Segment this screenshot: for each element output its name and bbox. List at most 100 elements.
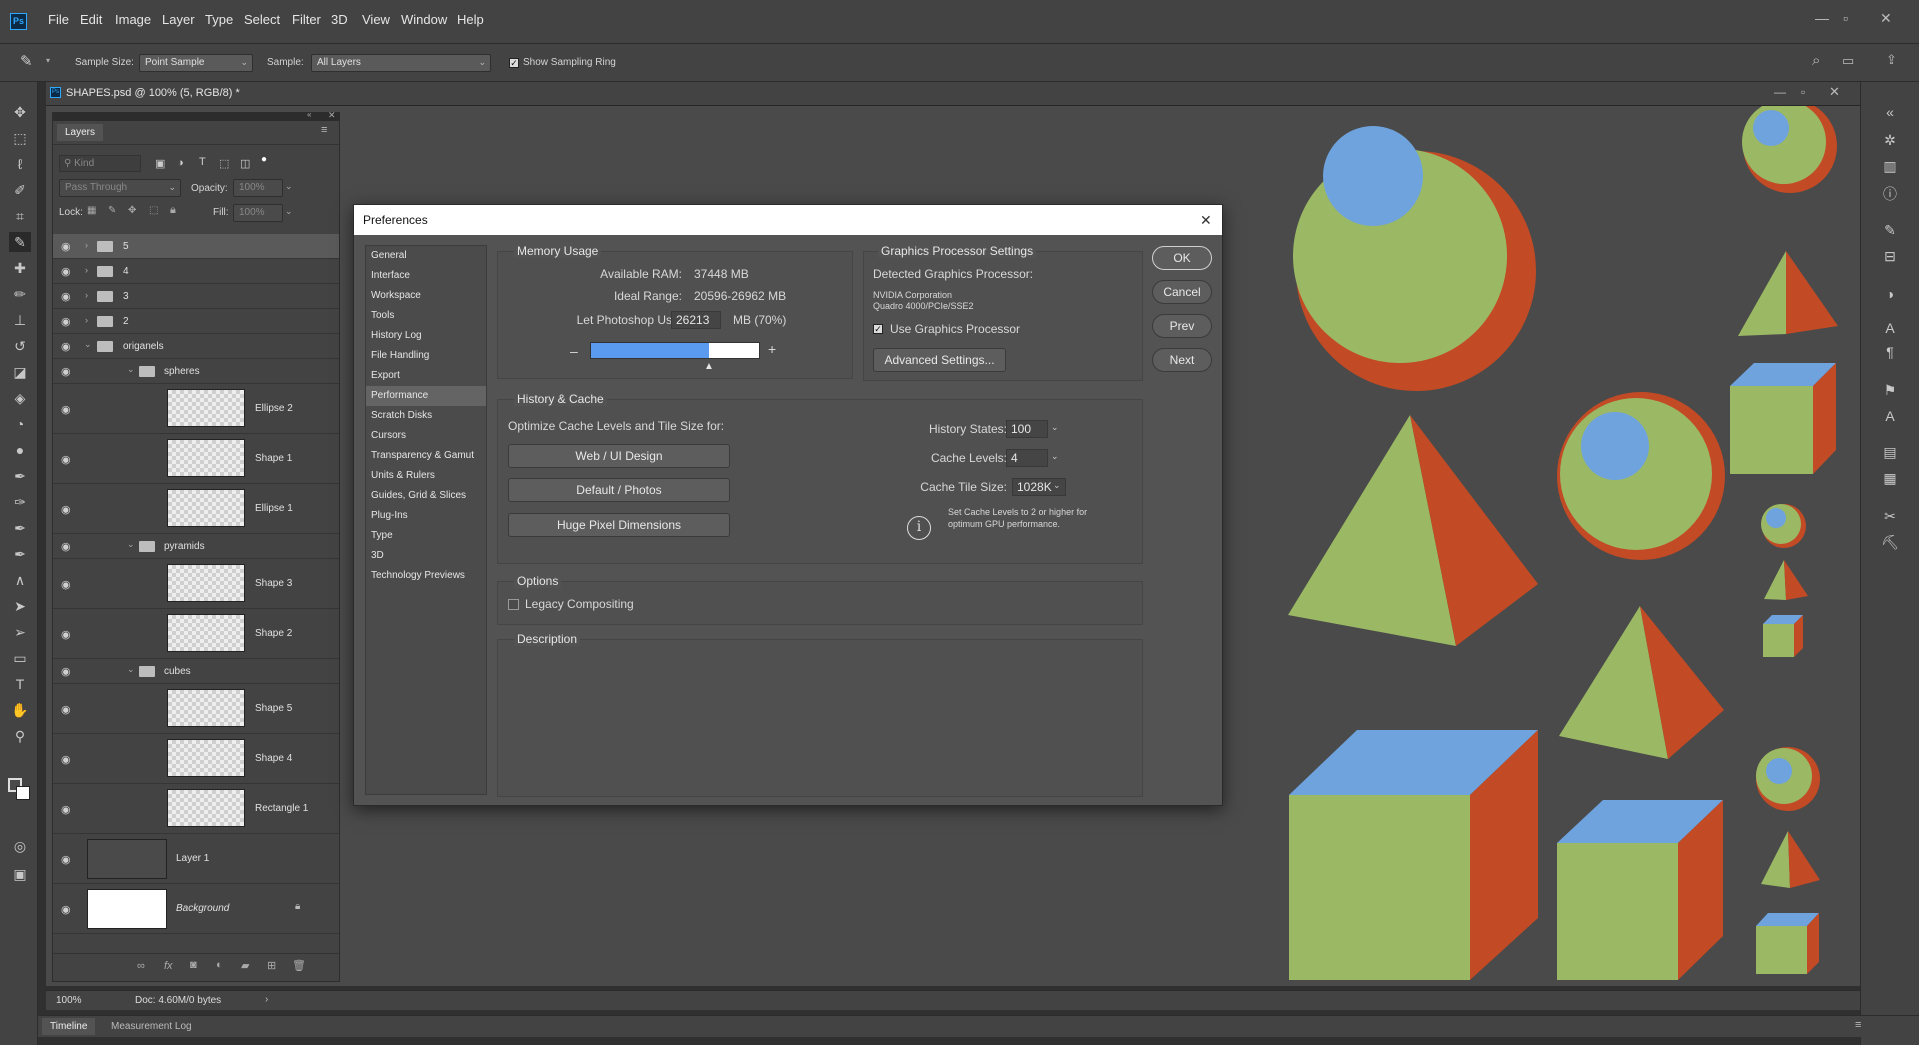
type-tool-icon[interactable]: T [9, 674, 31, 694]
lock-position-icon[interactable]: ✥ [128, 205, 136, 216]
nav-file-handling[interactable]: File Handling [366, 346, 486, 366]
chevron-right-icon[interactable]: › [85, 265, 88, 275]
healing-brush-tool-icon[interactable]: ✚ [9, 258, 31, 278]
chevron-right-icon[interactable]: › [85, 290, 88, 300]
advanced-settings-button[interactable]: Advanced Settings... [873, 348, 1006, 372]
eraser-tool-icon[interactable]: ◪ [9, 362, 31, 382]
panel-close-icon[interactable]: ✕ [328, 110, 336, 121]
doc-minimize-icon[interactable]: — [1774, 85, 1786, 99]
layer-row-group-origanels[interactable]: ◉ ⌄ origanels [53, 334, 339, 359]
layer-row-group-2[interactable]: ◉ › 2 [53, 309, 339, 334]
rectangle-tool-icon[interactable]: ▭ [9, 648, 31, 668]
chevron-down-icon[interactable]: ⌄ [285, 206, 293, 217]
character-icon[interactable]: A [1879, 320, 1901, 340]
nav-plug-ins[interactable]: Plug-Ins [366, 506, 486, 526]
minimize-icon[interactable]: — [1815, 10, 1829, 26]
quick-select-tool-icon[interactable]: ✐ [9, 180, 31, 200]
layer-row-ellipse-2[interactable]: ◉ Ellipse 2 [53, 384, 339, 434]
brush-panel-icon[interactable]: ✎ [1879, 222, 1901, 242]
filter-shape-icon[interactable]: ⬚ [219, 157, 229, 170]
layer-row-shape-5[interactable]: ◉ Shape 5 [53, 684, 339, 734]
chevron-right-icon[interactable]: › [85, 315, 88, 325]
layer-row-group-4[interactable]: ◉ › 4 [53, 259, 339, 284]
eye-icon[interactable]: ◉ [61, 365, 71, 378]
chevron-down-icon[interactable]: ⌄ [1051, 451, 1059, 462]
nav-tools[interactable]: Tools [366, 306, 486, 326]
doc-maximize-icon[interactable]: ▫ [1801, 85, 1805, 99]
eye-icon[interactable]: ◉ [61, 540, 71, 553]
eye-icon[interactable]: ◉ [61, 503, 71, 516]
filter-pixel-icon[interactable]: ▣ [155, 157, 165, 170]
eye-icon[interactable]: ◉ [61, 803, 71, 816]
sample-select[interactable]: All Layers ⌄ [311, 54, 491, 72]
paragraph-icon[interactable]: ¶ [1879, 344, 1901, 364]
layer-row-shape-1[interactable]: ◉ Shape 1 [53, 434, 339, 484]
menu-layer[interactable]: Layer [162, 12, 195, 27]
layer-row-shape-4[interactable]: ◉ Shape 4 [53, 734, 339, 784]
eye-icon[interactable]: ◉ [61, 240, 71, 253]
stamp-tool-icon[interactable]: ⊥ [9, 310, 31, 330]
eye-icon[interactable]: ◉ [61, 340, 71, 353]
search-icon[interactable]: ⌕ [1812, 52, 1820, 69]
menu-select[interactable]: Select [244, 12, 280, 27]
chevron-down-icon[interactable]: ⌄ [127, 539, 135, 550]
link-layers-icon[interactable]: ∞ [137, 960, 145, 972]
nav-3d[interactable]: 3D [366, 546, 486, 566]
layer-row-shape-3[interactable]: ◉ Shape 3 [53, 559, 339, 609]
screen-mode-icon[interactable]: ▣ [9, 864, 31, 884]
move-tool-icon[interactable]: ✥ [9, 102, 31, 122]
nav-general[interactable]: General [366, 246, 486, 266]
layers-tab[interactable]: Layers [57, 124, 104, 141]
hand-tool-icon[interactable]: ✋ [9, 700, 31, 720]
eye-icon[interactable]: ◉ [61, 665, 71, 678]
menu-type[interactable]: Type [205, 12, 233, 27]
menu-window[interactable]: Window [401, 12, 447, 27]
cache-tile-size-select[interactable]: 1028K ⌄ [1012, 478, 1066, 496]
layer-row-group-spheres[interactable]: ◉ ⌄ spheres [53, 359, 339, 384]
legacy-compositing-checkbox[interactable] [508, 599, 519, 610]
color-panel-icon[interactable]: ✲ [1879, 132, 1901, 152]
use-gpu-checkbox[interactable]: ✓ [873, 324, 883, 334]
collapse-icon[interactable]: « [307, 110, 311, 119]
nav-history-log[interactable]: History Log [366, 326, 486, 346]
eyedropper-tool-icon[interactable]: ✎ [20, 52, 33, 70]
direct-select-tool-icon[interactable]: ➢ [9, 622, 31, 642]
adjustments-icon[interactable]: ◑ [1879, 286, 1901, 306]
zoom-level[interactable]: 100% [56, 995, 82, 1006]
memory-slider-track[interactable] [590, 342, 760, 359]
add-anchor-tool-icon[interactable]: ✒ [9, 544, 31, 564]
tools-panel-icon[interactable]: ✂ [1879, 508, 1901, 528]
character-styles-icon[interactable]: A [1879, 408, 1901, 428]
maximize-icon[interactable]: ▫ [1843, 10, 1848, 26]
history-brush-tool-icon[interactable]: ↺ [9, 336, 31, 356]
prev-button[interactable]: Prev [1152, 314, 1212, 338]
lock-pixels-icon[interactable]: ✎ [108, 205, 116, 216]
lock-all-icon[interactable]: 🔒︎ [170, 204, 176, 217]
plus-icon[interactable]: + [768, 341, 776, 357]
memory-slider-thumb[interactable]: ▲ [704, 361, 714, 372]
clone-source-icon[interactable]: ⊟ [1879, 248, 1901, 268]
chevron-down-icon[interactable]: ⌄ [127, 364, 135, 375]
tab-timeline[interactable]: Timeline [42, 1018, 96, 1035]
close-icon[interactable]: ✕ [1880, 10, 1892, 27]
eye-icon[interactable]: ◉ [61, 453, 71, 466]
dodge-tool-icon[interactable]: ● [9, 440, 31, 460]
trash-icon[interactable]: 🗑︎ [292, 959, 306, 972]
filter-adjustment-icon[interactable]: ◑ [177, 157, 184, 169]
crop-tool-icon[interactable]: ⌗ [9, 206, 31, 226]
nav-type[interactable]: Type [366, 526, 486, 546]
lock-artboard-icon[interactable]: ⬚ [149, 205, 158, 216]
properties-icon[interactable]: ▤ [1879, 444, 1901, 464]
menu-file[interactable]: File [48, 12, 69, 27]
menu-edit[interactable]: Edit [80, 12, 102, 27]
lock-transparent-icon[interactable]: ▦ [87, 205, 96, 216]
brush-tool-icon[interactable]: ✏ [9, 284, 31, 304]
layer-row-layer-1[interactable]: ◉ Layer 1 [53, 834, 339, 884]
default-photos-button[interactable]: Default / Photos [508, 478, 730, 502]
sample-size-select[interactable]: Point Sample ⌄ [139, 54, 253, 72]
document-tab-title[interactable]: SHAPES.psd @ 100% (5, RGB/8) * [66, 87, 240, 99]
doc-close-icon[interactable]: ✕ [1829, 84, 1840, 100]
eye-icon[interactable]: ◉ [61, 265, 71, 278]
nav-workspace[interactable]: Workspace [366, 286, 486, 306]
eye-icon[interactable]: ◉ [61, 403, 71, 416]
